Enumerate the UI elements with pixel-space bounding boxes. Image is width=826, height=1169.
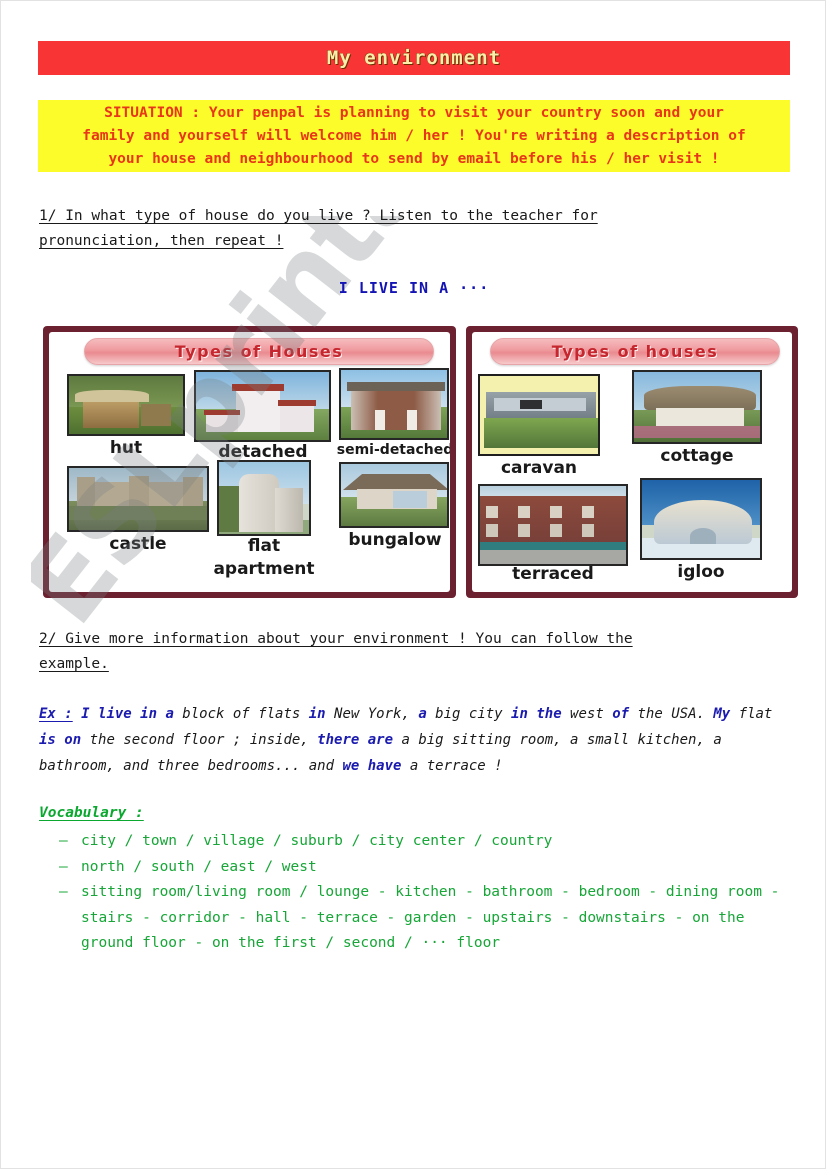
example-seg: a terrace ! [401,758,503,774]
caption-detached: detached [218,442,308,462]
poster-left-title: Types of Houses [84,338,434,365]
poster-left-title-text: Types of Houses [174,342,344,361]
example-seg: we have [342,758,402,774]
vocabulary-item-text: city / town / village / suburb / city ce… [81,833,553,849]
example-seg: there are [317,732,394,748]
live-in-heading: I LIVE IN A ··· [338,279,490,297]
situation-line: SITUATION : Your penpal is planning to v… [104,104,724,121]
example-seg: is on [39,732,82,748]
worksheet-page: My environment SITUATION : Your penpal i… [0,0,826,1169]
example-seg: My [713,706,731,722]
example-seg: I live in a [81,706,174,722]
example-seg: in the [511,706,562,722]
photo-caravan [478,374,600,456]
situation-box: SITUATION : Your penpal is planning to v… [38,100,790,172]
example-seg: of [612,706,630,722]
example-seg: the USA. [629,706,714,722]
title-banner: My environment [38,41,790,75]
instruction-1-line: pronunciation, then repeat ! [39,233,284,249]
poster-right: Types of houses caravan cottage terraced… [466,326,798,598]
house-types-posters: Types of Houses hut detached semi-detach… [43,326,798,598]
page-title: My environment [326,47,502,69]
caption-semi-detached: semi-detached [336,442,450,458]
vocabulary-heading: Vocabulary : [39,805,144,821]
poster-right-title: Types of houses [490,338,780,365]
vocabulary-item-text: sitting room/living room / lounge - kitc… [81,884,780,951]
photo-hut [67,374,185,436]
bullet-dash: – [59,884,68,900]
photo-igloo [640,478,762,560]
caption-hut: hut [109,438,143,458]
situation-line: family and yourself will welcome him / h… [82,127,746,144]
example-seg: west [561,706,613,722]
caption-igloo: igloo [677,562,725,582]
poster-left: Types of Houses hut detached semi-detach… [43,326,456,598]
instruction-2-line: example. [39,656,109,672]
example-seg: a [418,706,427,722]
example-seg: big city [426,706,512,722]
example-seg: New York, [325,706,419,722]
caption-castle: castle [109,534,167,554]
caption-cottage: cottage [660,446,734,466]
poster-right-title-text: Types of houses [551,342,719,361]
photo-terraced [478,484,628,566]
example-paragraph: Ex : I live in a block of flats in New Y… [39,701,791,779]
caption-apartment: apartment [213,559,315,579]
example-seg: flat [730,706,773,722]
caption-flat: flat [247,536,281,556]
example-label: Ex : [39,706,73,722]
caption-terraced: terraced [512,564,594,584]
bullet-dash: – [59,858,68,875]
caption-bungalow: bungalow [348,530,442,550]
photo-flat [217,460,311,536]
vocabulary-item: – north / south / east / west [59,855,799,881]
instruction-2-line: 2/ Give more information about your envi… [39,631,633,647]
vocabulary-list: – city / town / village / suburb / city … [59,829,799,957]
photo-detached [194,370,331,442]
instruction-1: 1/ In what type of house do you live ? L… [39,204,739,254]
photo-bungalow [339,462,449,528]
example-seg [73,706,81,722]
instruction-1-line: 1/ In what type of house do you live ? L… [39,208,598,224]
caption-caravan: caravan [500,458,578,478]
vocabulary-item-text: north / south / east / west [81,858,317,875]
vocabulary-item: – city / town / village / suburb / city … [59,829,799,855]
photo-cottage [632,370,762,444]
example-seg: in [308,706,326,722]
instruction-2: 2/ Give more information about your envi… [39,627,779,677]
vocabulary-item: – sitting room/living room / lounge - ki… [59,880,799,957]
example-seg: block of flats [173,706,309,722]
example-seg: the second floor ; inside, [81,732,318,748]
situation-line: your house and neighbourhood to send by … [108,150,720,167]
photo-castle [67,466,209,532]
photo-semi-detached [339,368,449,440]
bullet-dash: – [59,833,68,849]
